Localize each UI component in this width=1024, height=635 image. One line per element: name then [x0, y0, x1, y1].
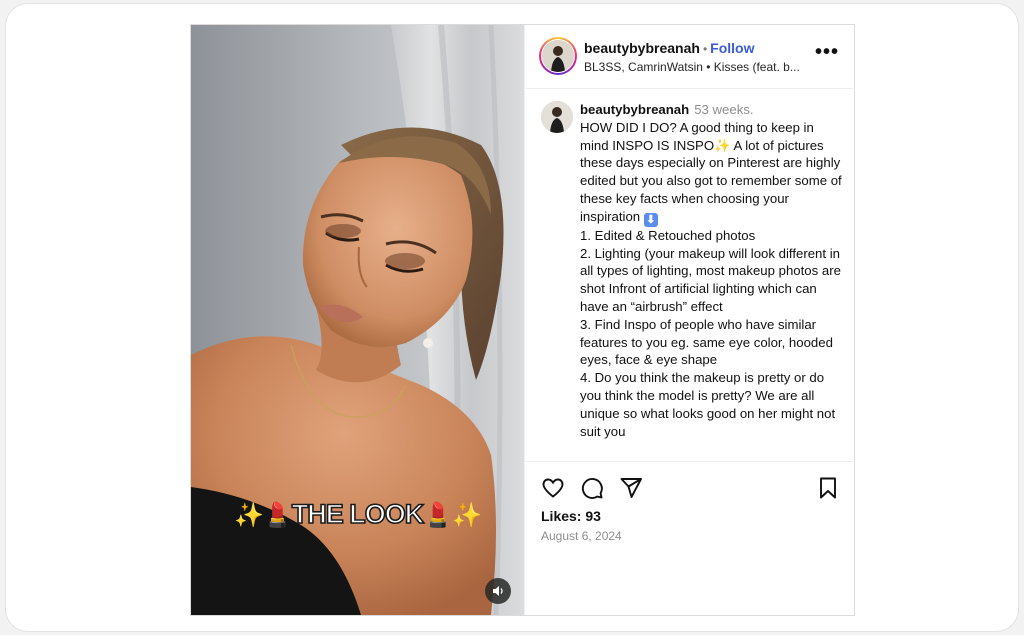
- avatar[interactable]: [542, 40, 574, 72]
- caption-line: 3. Find Inspo of people who have similar…: [580, 316, 833, 368]
- username-link[interactable]: beautybybreanah: [584, 40, 700, 56]
- header-separator: •: [702, 42, 708, 56]
- caption-section: beautybybreanah 53 weeks. HOW DID I DO? A…: [525, 89, 855, 461]
- sparkle-right-icon: ✨: [452, 502, 482, 529]
- post-date: August 6, 2024: [541, 529, 622, 543]
- overlay-text: THE LOOK: [291, 498, 425, 530]
- sparkle-icon: ✨: [714, 137, 731, 153]
- audio-attribution[interactable]: BL3SS, CamrinWatsin • Kisses (feat. b...: [584, 60, 800, 74]
- speaker-icon: [493, 586, 503, 596]
- screenshot-frame: ✨💄THE LOOK💄✨ beautybybreanah • Follow BL…: [6, 4, 1018, 631]
- caption-line: 4. Do you think the makeup is pretty or …: [580, 370, 836, 439]
- more-options-button[interactable]: •••: [815, 42, 839, 62]
- down-arrow-icon: ⬇: [643, 212, 658, 227]
- comment-icon[interactable]: [580, 476, 604, 500]
- more-icon: •••: [814, 41, 839, 63]
- caption-line: 1. Edited & Retouched photos: [580, 227, 756, 243]
- video-caption-overlay: ✨💄THE LOOK💄✨: [191, 498, 524, 530]
- caption-avatar[interactable]: [541, 101, 573, 133]
- post-side-panel: beautybybreanah • Follow BL3SS, CamrinWats…: [524, 25, 855, 615]
- post-actions: Likes: 93 August 6, 2024: [525, 461, 855, 616]
- heart-icon[interactable]: [541, 476, 565, 500]
- sparkle-left-icon: ✨: [233, 502, 264, 529]
- header-title-row: beautybybreanah • Follow: [584, 40, 754, 56]
- post-age: 53 weeks.: [694, 102, 754, 117]
- share-icon[interactable]: [619, 476, 643, 500]
- mute-toggle-button[interactable]: [485, 578, 511, 604]
- lipstick-left-icon: 💄: [262, 502, 293, 529]
- post-video[interactable]: ✨💄THE LOOK💄✨: [191, 25, 524, 615]
- caption-line: 2. Lighting (your makeup will look diffe…: [580, 245, 841, 314]
- bookmark-icon[interactable]: [816, 476, 840, 500]
- caption-username[interactable]: beautybybreanah: [580, 102, 689, 117]
- instagram-post: ✨💄THE LOOK💄✨ beautybybreanah • Follow BL…: [190, 24, 855, 616]
- likes-count[interactable]: Likes: 93: [541, 508, 601, 524]
- post-header: beautybybreanah • Follow BL3SS, CamrinWats…: [525, 25, 855, 89]
- lipstick-right-icon: 💄: [423, 502, 453, 529]
- follow-button[interactable]: Follow: [710, 40, 754, 56]
- caption-text: beautybybreanah 53 weeks. HOW DID I DO? A…: [580, 101, 846, 440]
